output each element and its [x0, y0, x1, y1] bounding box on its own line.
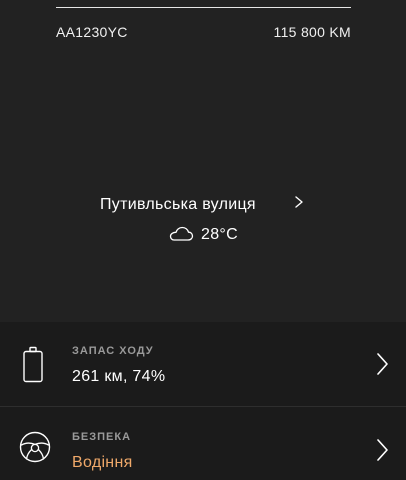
- temperature: 28°C: [201, 226, 238, 243]
- license-plate: AA1230YC: [56, 24, 128, 40]
- divider: [56, 7, 351, 8]
- mileage: 115 800 KM: [273, 24, 351, 40]
- range-card[interactable]: ЗАПАС ХОДУ 261 км, 74%: [0, 322, 406, 406]
- chevron-right-icon: [295, 196, 303, 208]
- security-value: Водіння: [72, 454, 133, 471]
- cloud-icon: [169, 226, 194, 241]
- chevron-right-icon: [377, 439, 388, 461]
- security-card[interactable]: БЕЗПЕКА Водіння: [0, 407, 406, 480]
- vehicle-status-panel: AA1230YC 115 800 KM Путивльська вулиця 2…: [0, 0, 406, 322]
- location-link[interactable]: Путивльська вулиця: [0, 193, 406, 217]
- steering-wheel-icon: [19, 431, 51, 463]
- range-label: ЗАПАС ХОДУ: [72, 345, 154, 357]
- weather-info: 28°C: [0, 222, 406, 248]
- security-label: БЕЗПЕКА: [72, 431, 132, 443]
- range-value: 261 км, 74%: [72, 368, 166, 385]
- chevron-right-icon: [377, 353, 388, 375]
- battery-icon: [23, 346, 43, 383]
- street-name: Путивльська вулиця: [100, 196, 256, 213]
